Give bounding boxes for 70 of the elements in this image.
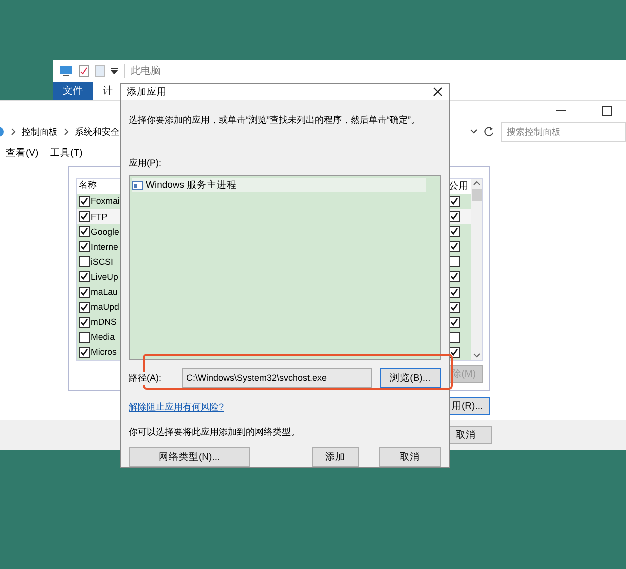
maximize-icon[interactable] (602, 106, 612, 116)
menu-item[interactable]: 查看(V) (6, 146, 39, 160)
column-header[interactable]: 公用 (449, 180, 471, 193)
checked-checkbox[interactable] (79, 302, 90, 313)
checked-checkbox[interactable] (79, 271, 90, 282)
chevron-icon (64, 128, 69, 136)
ribbon-tab[interactable]: 计 (93, 82, 123, 100)
computer-icon[interactable] (59, 65, 73, 77)
minimize-icon[interactable] (556, 110, 566, 112)
checked-checkbox[interactable] (449, 286, 460, 298)
checked-checkbox[interactable] (449, 241, 460, 252)
checked-checkbox[interactable] (79, 346, 90, 358)
path-field[interactable]: C:\Windows\System32\svchost.exe (182, 368, 372, 388)
chevron-icon (11, 128, 16, 136)
dialog-button[interactable]: 网络类型(N)... (129, 447, 250, 467)
checked-checkbox[interactable] (79, 196, 90, 207)
properties-icon[interactable] (79, 65, 89, 77)
dialog-button[interactable]: 添加 (312, 447, 360, 467)
app-name: maLau (91, 287, 118, 298)
checked-checkbox[interactable] (79, 226, 90, 238)
dialog-button[interactable]: 取消 (379, 447, 442, 467)
unchecked-checkbox[interactable] (449, 256, 460, 268)
instruction-text: 选择你要添加的应用，或单击“浏览”查找未列出的程序，然后单击“确定”。 (129, 114, 421, 127)
app-name: iSCSI (91, 256, 114, 267)
checked-checkbox[interactable] (449, 316, 460, 328)
search-field[interactable]: 搜索控制面板 (501, 122, 626, 142)
menu-item[interactable]: 工具(T) (50, 146, 83, 160)
ribbon-tab[interactable]: 文件 (53, 82, 93, 100)
scroll-thumb[interactable] (472, 188, 482, 200)
app-name: Windows 服务主进程 (146, 178, 238, 192)
checked-checkbox[interactable] (449, 226, 460, 238)
checked-checkbox[interactable] (79, 286, 90, 298)
app-name: LiveUp (91, 272, 118, 282)
path-label: 路径(A): (129, 372, 162, 384)
scroll-down-icon[interactable] (472, 352, 480, 360)
app-name: Interne (91, 242, 118, 252)
app-name: Google (91, 226, 120, 237)
close-icon[interactable] (433, 87, 443, 97)
app-list-item[interactable]: Windows 服务主进程 (132, 178, 426, 192)
app-name: Media (91, 332, 115, 342)
unchecked-checkbox[interactable] (449, 332, 460, 343)
dialog-title: 添加应用 (127, 86, 167, 98)
checked-checkbox[interactable] (449, 196, 460, 207)
checked-checkbox[interactable] (449, 346, 460, 358)
network-hint-text: 你可以选择要将此应用添加到的网络类型。 (129, 426, 301, 439)
app-name: mDNS (91, 317, 117, 328)
scroll-up-icon[interactable] (472, 179, 480, 187)
checked-checkbox[interactable] (449, 302, 460, 313)
checked-checkbox[interactable] (79, 211, 90, 222)
scrollbar[interactable] (471, 179, 482, 360)
app-name: Foxmai (91, 196, 120, 206)
checked-checkbox[interactable] (449, 211, 460, 222)
window-app-icon (132, 180, 143, 190)
browse-button[interactable]: 浏览(B)... (380, 368, 441, 388)
app-name: FTP (91, 212, 108, 222)
dropdown-icon[interactable] (470, 129, 478, 135)
dropdown-icon[interactable] (111, 68, 118, 74)
unchecked-checkbox[interactable] (79, 332, 90, 343)
checked-checkbox[interactable] (79, 316, 90, 328)
unchecked-checkbox[interactable] (79, 256, 90, 268)
app-name: Micros (91, 347, 117, 358)
refresh-icon[interactable] (483, 126, 495, 138)
checked-checkbox[interactable] (79, 241, 90, 252)
apps-label: 应用(P): (129, 157, 162, 170)
risk-link[interactable]: 解除阻止应用有何风险? (129, 401, 441, 414)
app-name: maUpd (91, 302, 120, 312)
breadcrumb-item[interactable]: 控制面板 (22, 126, 58, 138)
window-title: 此电脑 (124, 64, 161, 78)
breadcrumb-item[interactable]: 系统和安全 (75, 126, 120, 138)
checked-checkbox[interactable] (449, 271, 460, 282)
